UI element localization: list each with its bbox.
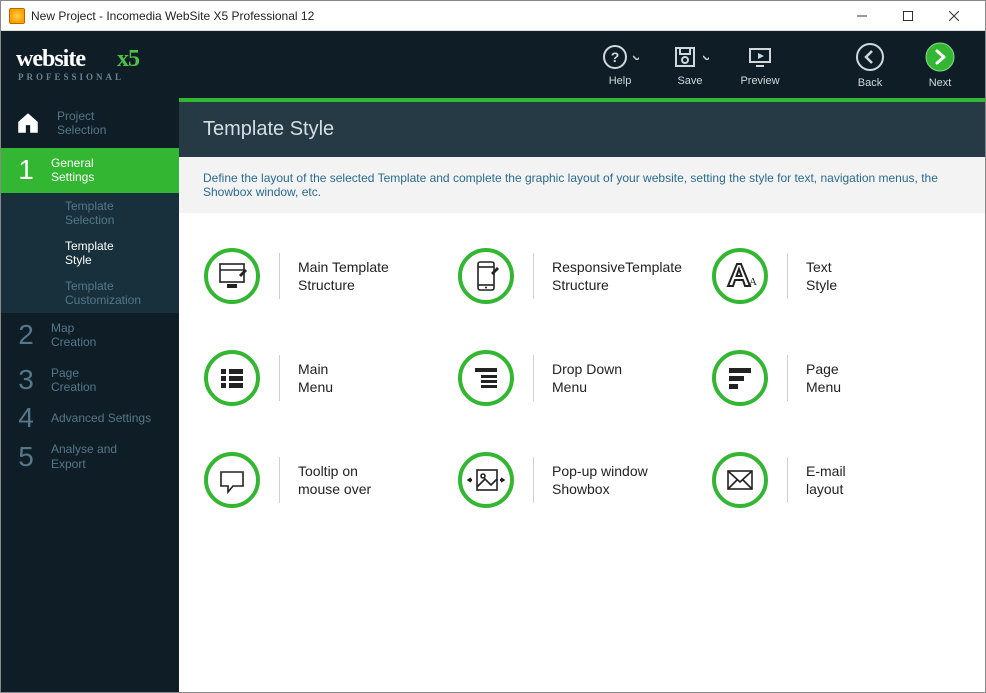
sidebar-step-5[interactable]: 5 Analyse and Export [1,434,179,479]
back-button[interactable]: Back [835,31,905,98]
card-main-menu[interactable]: MainMenu [203,349,453,407]
email-icon [711,451,769,509]
divider [787,457,788,503]
save-icon [671,43,699,71]
card-label: PageMenu [806,360,841,396]
divider [787,253,788,299]
dropdown-menu-icon [457,349,515,407]
help-button[interactable]: ? Help [585,31,655,98]
help-icon: ? [601,43,629,71]
mobile-icon [457,247,515,305]
step-label: General [51,156,179,170]
divider [279,355,280,401]
minimize-button[interactable] [839,1,885,31]
divider [533,457,534,503]
back-icon [854,41,886,73]
card-responsive-template-structure[interactable]: ResponsiveTemplateStructure [457,247,707,305]
sidebar-home[interactable]: Project Selection [1,98,179,148]
page-title: Template Style [179,102,985,157]
app-window: New Project - Incomedia WebSite X5 Profe… [0,0,986,693]
chevron-down-icon [633,54,639,60]
divider [279,253,280,299]
preview-label: Preview [740,75,779,87]
text-icon: A [711,247,769,305]
home-icon [15,110,41,136]
main-menu-icon [203,349,261,407]
logo: website x5 PROFESSIONAL [1,31,179,98]
card-label: E-maillayout [806,462,846,498]
tooltip-icon [203,451,261,509]
sidebar-step-4[interactable]: 4 Advanced Settings [1,402,179,434]
card-label: ResponsiveTemplateStructure [552,258,682,294]
sub-template-style[interactable]: Template Style [1,233,179,273]
card-main-template-structure[interactable]: Main TemplateStructure [203,247,453,305]
card-page-menu[interactable]: PageMenu [711,349,961,407]
card-text-style[interactable]: A TextStyle [711,247,961,305]
card-row: Main TemplateStructure [179,225,985,327]
next-label: Next [929,77,952,89]
card-label: Tooltip onmouse over [298,462,371,498]
structure-icon [203,247,261,305]
step-label: Settings [51,170,179,184]
step-number: 4 [1,402,51,434]
titlebar: New Project - Incomedia WebSite X5 Profe… [1,1,985,31]
sidebar-step-1[interactable]: 1 General Settings [1,148,179,193]
save-button[interactable]: Save [655,31,725,98]
logo-text-b: x5 [117,46,140,72]
card-drop-down-menu[interactable]: Drop DownMenu [457,349,707,407]
sub-template-selection[interactable]: Template Selection [1,193,179,233]
card-label: MainMenu [298,360,333,396]
step-1-subs: Template Selection Template Style Templa… [1,193,179,313]
divider [533,355,534,401]
step-number: 5 [1,434,51,479]
step-number: 2 [1,313,51,358]
app-icon [9,8,25,24]
home-label-1: Project [57,109,106,123]
logo-sub: PROFESSIONAL [18,72,124,82]
preview-button[interactable]: Preview [725,31,795,98]
card-email-layout[interactable]: E-maillayout [711,451,961,509]
card-label: TextStyle [806,258,837,294]
step-number: 1 [1,148,51,193]
showbox-icon [457,451,515,509]
chevron-down-icon [703,54,709,60]
save-label: Save [677,75,702,87]
svg-text:?: ? [611,49,620,65]
window-title: New Project - Incomedia WebSite X5 Profe… [31,9,314,23]
sidebar-step-3[interactable]: 3 Page Creation [1,358,179,403]
card-showbox[interactable]: Pop-up windowShowbox [457,451,707,509]
home-label-2: Selection [57,123,106,137]
logo-text-a: website [16,46,86,72]
card-row: Tooltip onmouse over [179,429,985,531]
maximize-icon [903,11,913,21]
preview-icon [746,43,774,71]
main-area: Template Style Define the layout of the … [179,98,985,692]
back-label: Back [858,77,882,89]
close-button[interactable] [931,1,977,31]
svg-text:A: A [749,276,757,288]
sidebar: Project Selection 1 General Settings Tem… [1,98,179,692]
step-number: 3 [1,358,51,403]
next-button[interactable]: Next [905,31,975,98]
card-label: Pop-up windowShowbox [552,462,648,498]
card-row: MainMenu Drop DownMenu [179,327,985,429]
card-label: Main TemplateStructure [298,258,389,294]
divider [279,457,280,503]
divider [787,355,788,401]
sidebar-step-2[interactable]: 2 Map Creation [1,313,179,358]
close-icon [949,11,959,21]
maximize-button[interactable] [885,1,931,31]
divider [533,253,534,299]
cards-grid: Main TemplateStructure [179,213,985,692]
sub-template-customization[interactable]: Template Customization [1,273,179,313]
topbar: website x5 PROFESSIONAL ? Help Save Prev… [1,31,985,98]
page-description: Define the layout of the selected Templa… [179,157,985,213]
card-label: Drop DownMenu [552,360,622,396]
page-menu-icon [711,349,769,407]
next-icon [924,41,956,73]
help-label: Help [609,75,632,87]
minimize-icon [857,11,867,21]
card-tooltip[interactable]: Tooltip onmouse over [203,451,453,509]
